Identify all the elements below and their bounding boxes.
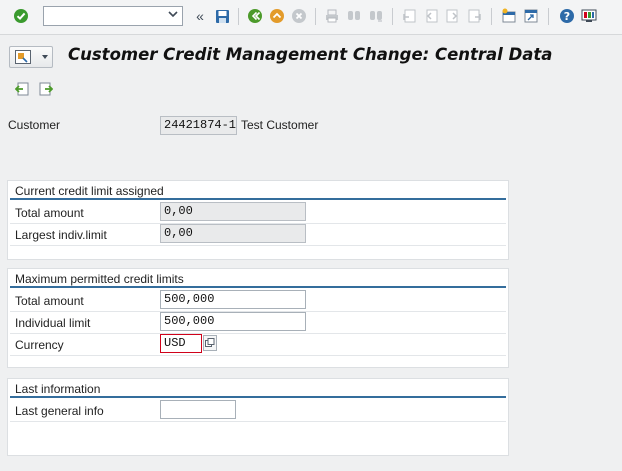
customer-number-field[interactable]: 24421874-1 — [160, 116, 237, 135]
back-double-icon[interactable]: « — [191, 7, 209, 25]
next-page-icon[interactable] — [444, 7, 462, 25]
exit-icon[interactable] — [268, 7, 286, 25]
save-icon[interactable] — [213, 7, 231, 25]
help-icon[interactable]: ? — [558, 7, 576, 25]
previous-page-icon[interactable] — [422, 7, 440, 25]
customer-label: Customer — [8, 118, 61, 132]
new-session-icon[interactable] — [500, 7, 518, 25]
largest-limit-field[interactable]: 0,00 — [160, 224, 306, 243]
svg-text:?: ? — [564, 10, 570, 23]
chevron-down-icon[interactable] — [166, 8, 180, 24]
menu-icon — [15, 50, 31, 67]
total-amount-label: Total amount — [15, 206, 84, 220]
next-screen-icon[interactable] — [38, 81, 54, 97]
shortcut-icon[interactable] — [522, 7, 540, 25]
toolbar-separator — [491, 8, 492, 25]
currency-label: Currency — [15, 338, 64, 352]
customize-layout-icon[interactable] — [580, 7, 598, 25]
individual-limit-field[interactable]: 500,000 — [160, 312, 306, 331]
print-icon[interactable] — [323, 7, 341, 25]
last-general-info-label: Last general info — [15, 404, 104, 418]
enter-icon[interactable] — [12, 7, 30, 25]
toolbar-separator — [238, 8, 239, 25]
last-page-icon[interactable] — [466, 7, 484, 25]
last-general-info-field[interactable] — [160, 400, 236, 419]
row-divider — [10, 245, 506, 246]
group-title: Maximum permitted credit limits — [15, 272, 184, 286]
group-divider — [10, 198, 506, 200]
find-next-icon[interactable] — [367, 7, 385, 25]
group-divider — [10, 396, 506, 398]
toolbar-separator — [548, 8, 549, 25]
row-divider — [10, 355, 506, 356]
row-divider — [10, 421, 506, 422]
back-icon[interactable] — [246, 7, 264, 25]
cancel-icon[interactable] — [290, 7, 308, 25]
title-bar: Customer Credit Management Change: Centr… — [0, 35, 622, 77]
current-total-amount-field[interactable]: 0,00 — [160, 202, 306, 221]
currency-field[interactable]: USD — [160, 334, 202, 353]
value-help-icon[interactable] — [203, 335, 217, 351]
max-total-amount-field[interactable]: 500,000 — [160, 290, 306, 309]
first-page-icon[interactable] — [400, 7, 418, 25]
find-icon[interactable] — [345, 7, 363, 25]
group-title: Current credit limit assigned — [15, 184, 164, 198]
group-divider — [10, 286, 506, 288]
total-amount-label: Total amount — [15, 294, 84, 308]
command-field[interactable] — [43, 6, 183, 26]
customer-name: Test Customer — [241, 118, 319, 132]
toolbar-separator — [392, 8, 393, 25]
row-divider — [10, 333, 506, 334]
largest-limit-label: Largest indiv.limit — [15, 228, 107, 242]
chevron-down-icon — [42, 55, 48, 59]
individual-limit-label: Individual limit — [15, 316, 91, 330]
menu-button[interactable] — [9, 46, 53, 68]
system-toolbar: « ? — [0, 0, 622, 35]
previous-screen-icon[interactable] — [14, 81, 30, 97]
page-title: Customer Credit Management Change: Centr… — [68, 45, 553, 64]
toolbar-separator — [315, 8, 316, 25]
group-title: Last information — [15, 382, 101, 396]
